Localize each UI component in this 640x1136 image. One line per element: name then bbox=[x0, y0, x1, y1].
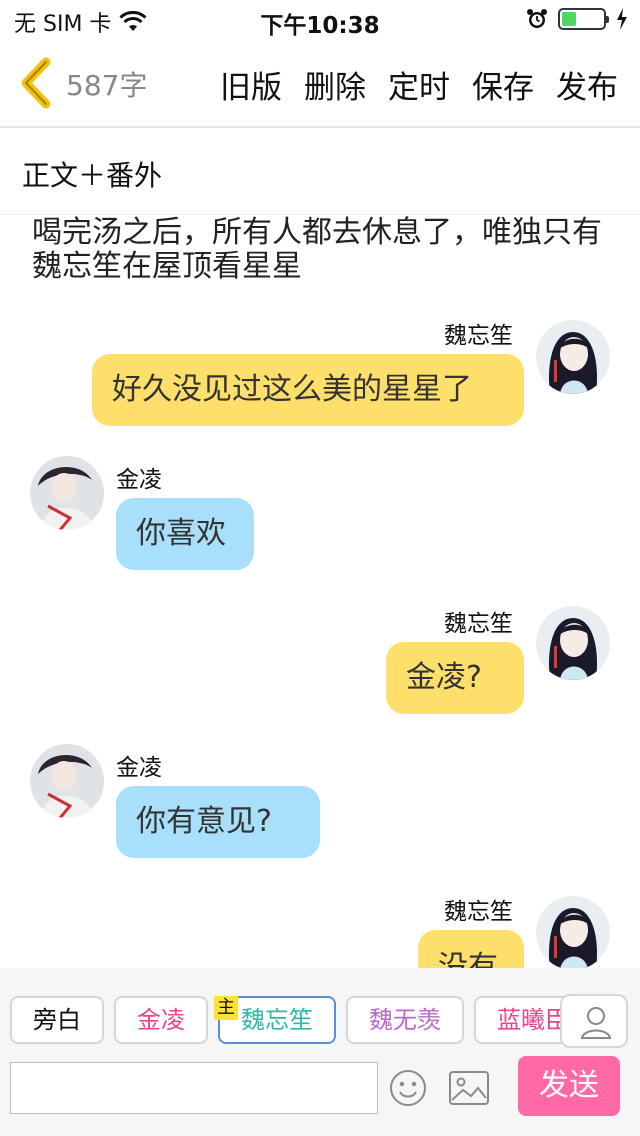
avatar-jin[interactable] bbox=[30, 456, 104, 530]
emoji-icon[interactable] bbox=[388, 1068, 428, 1108]
save-button[interactable]: 保存 bbox=[472, 62, 534, 107]
nav-actions: 旧版 删除 定时 保存 发布 bbox=[220, 62, 618, 107]
battery-fill bbox=[562, 12, 576, 26]
message-bubble[interactable]: 没有 bbox=[418, 930, 524, 968]
message-bubble[interactable]: 你喜欢 bbox=[116, 498, 254, 570]
send-button[interactable]: 发送 bbox=[518, 1056, 620, 1116]
chapter-subtitle[interactable]: 正文＋番外 bbox=[22, 154, 162, 194]
speaker-name: 魏忘笙 bbox=[444, 323, 513, 349]
character-manage-button[interactable] bbox=[560, 994, 628, 1048]
narration-text[interactable]: 喝完汤之后，所有人都去休息了，唯独只有魏忘笙在屋顶看星星 bbox=[32, 216, 602, 284]
old-version-button[interactable]: 旧版 bbox=[220, 62, 282, 107]
speaker-name: 金凌 bbox=[116, 467, 162, 493]
status-bar: 无 SIM 卡 下午10:38 bbox=[0, 0, 640, 40]
character-chips: 旁白 金凌 魏忘笙 魏无羡 蓝曦臣 bbox=[10, 994, 630, 1046]
publish-button[interactable]: 发布 bbox=[556, 62, 618, 107]
avatar-jin[interactable] bbox=[30, 744, 104, 818]
avatar-jin-image bbox=[30, 744, 104, 818]
avatar-wei-image bbox=[536, 606, 610, 680]
speaker-name: 魏忘笙 bbox=[444, 611, 513, 637]
image-icon[interactable] bbox=[448, 1070, 490, 1106]
back-chevron-icon[interactable] bbox=[16, 56, 58, 110]
user-icon bbox=[580, 1007, 612, 1039]
avatar-wei-image bbox=[536, 320, 610, 394]
avatar-wei-image bbox=[536, 896, 610, 968]
avatar-wei[interactable] bbox=[536, 896, 610, 968]
word-count: 587字 bbox=[66, 69, 148, 102]
avatar-wei[interactable] bbox=[536, 320, 610, 394]
chip-narrator[interactable]: 旁白 bbox=[10, 996, 104, 1044]
message-bubble[interactable]: 你有意见? bbox=[116, 786, 320, 858]
main-character-badge: 主 bbox=[214, 996, 238, 1020]
chat-area[interactable]: 喝完汤之后，所有人都去休息了，唯独只有魏忘笙在屋顶看星星 魏忘笙 好久没见过这么… bbox=[0, 216, 640, 968]
avatar-wei[interactable] bbox=[536, 606, 610, 680]
message-bubble[interactable]: 好久没见过这么美的星星了 bbox=[92, 354, 524, 426]
schedule-button[interactable]: 定时 bbox=[388, 62, 450, 107]
alarm-icon bbox=[527, 9, 547, 28]
delete-button[interactable]: 删除 bbox=[304, 62, 366, 107]
bolt-icon bbox=[617, 8, 627, 30]
avatar-jin-image bbox=[30, 456, 104, 530]
chip-character[interactable]: 魏无羡 bbox=[346, 996, 464, 1044]
status-right bbox=[526, 8, 628, 30]
battery-indicator bbox=[558, 8, 609, 30]
speaker-name: 魏忘笙 bbox=[444, 899, 513, 925]
chip-character[interactable]: 金凌 bbox=[114, 996, 208, 1044]
divider bbox=[0, 214, 640, 215]
message-input[interactable] bbox=[10, 1062, 378, 1114]
speaker-name: 金凌 bbox=[116, 755, 162, 781]
message-bubble[interactable]: 金凌? bbox=[386, 642, 524, 714]
nav-bar: 587字 旧版 删除 定时 保存 发布 bbox=[0, 40, 640, 128]
